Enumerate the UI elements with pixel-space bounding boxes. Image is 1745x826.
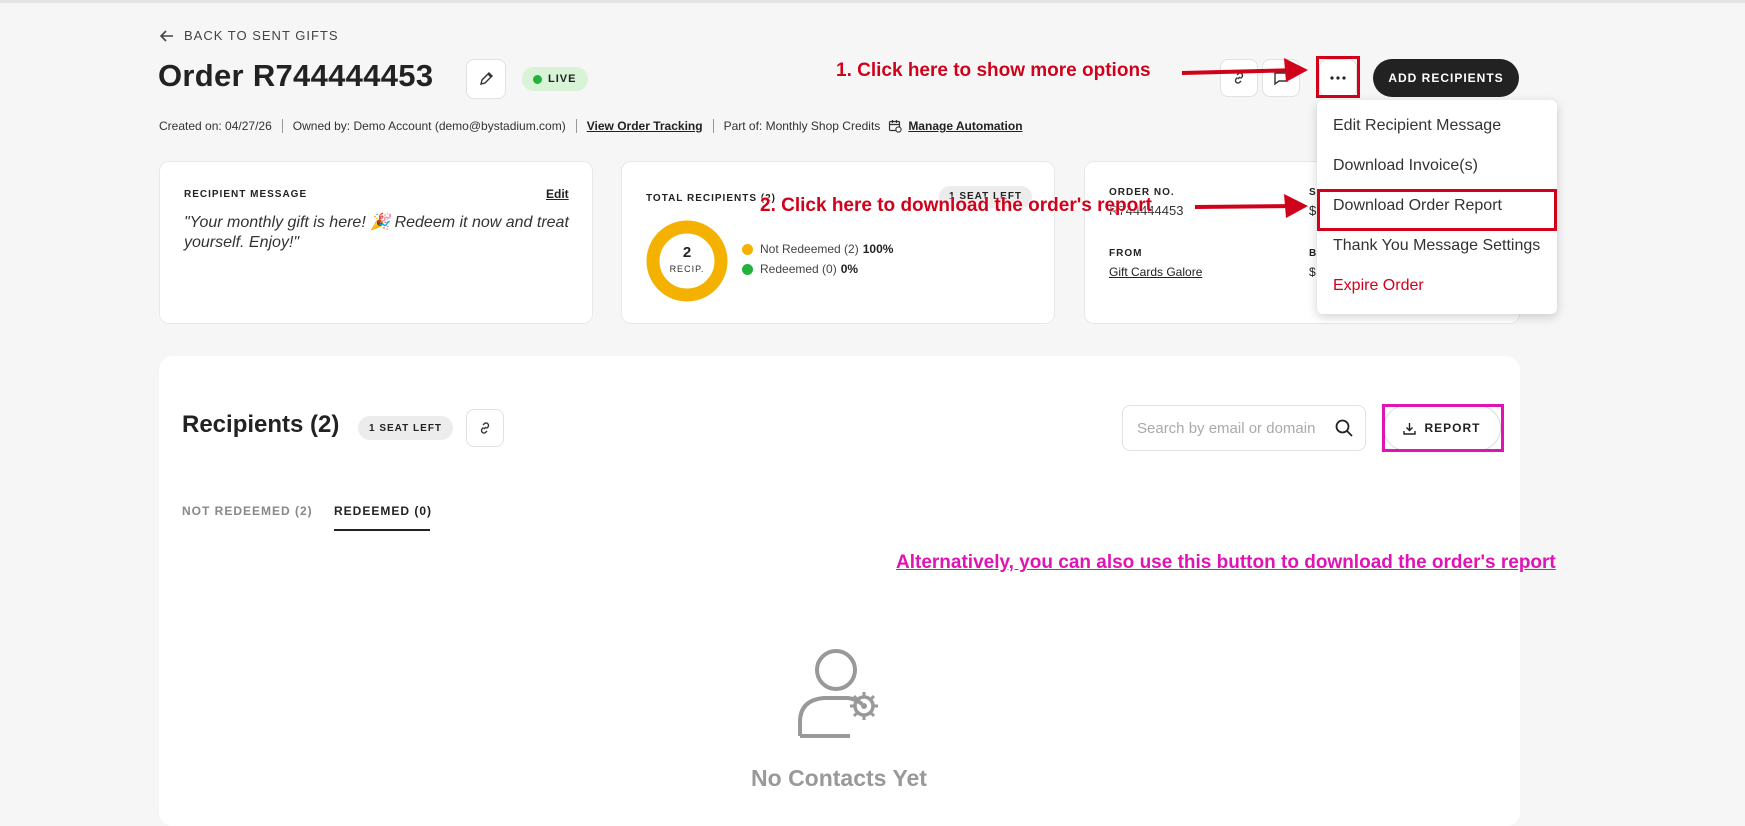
seat-left-badge: 1 SEAT LEFT bbox=[358, 416, 454, 440]
recipient-search bbox=[1122, 405, 1366, 451]
search-input[interactable] bbox=[1135, 418, 1329, 438]
recipients-title: Recipients (2) bbox=[182, 411, 340, 438]
empty-state-text: No Contacts Yet bbox=[751, 765, 927, 791]
arrow-step2-head bbox=[1284, 194, 1308, 218]
copy-recipients-link-button[interactable] bbox=[466, 409, 504, 447]
report-button-highlight bbox=[1382, 404, 1504, 452]
arrow-step1-head bbox=[1284, 58, 1308, 82]
search-icon[interactable] bbox=[1335, 419, 1353, 437]
annotation-step2: 2. Click here to download the order's re… bbox=[760, 195, 1152, 216]
annotation-step1: 1. Click here to show more options bbox=[836, 60, 1151, 81]
no-contacts-icon bbox=[798, 649, 878, 738]
link-icon bbox=[480, 422, 490, 434]
annotation-alternative: Alternatively, you can also use this but… bbox=[896, 552, 1556, 573]
arrow-step1-shaft bbox=[1181, 68, 1301, 75]
tab-not-redeemed[interactable]: NOT REDEEMED (2) bbox=[182, 504, 313, 518]
active-tab-underline bbox=[334, 529, 430, 531]
tab-redeemed[interactable]: REDEEMED (0) bbox=[334, 504, 432, 518]
arrow-step2-shaft bbox=[1194, 204, 1301, 209]
